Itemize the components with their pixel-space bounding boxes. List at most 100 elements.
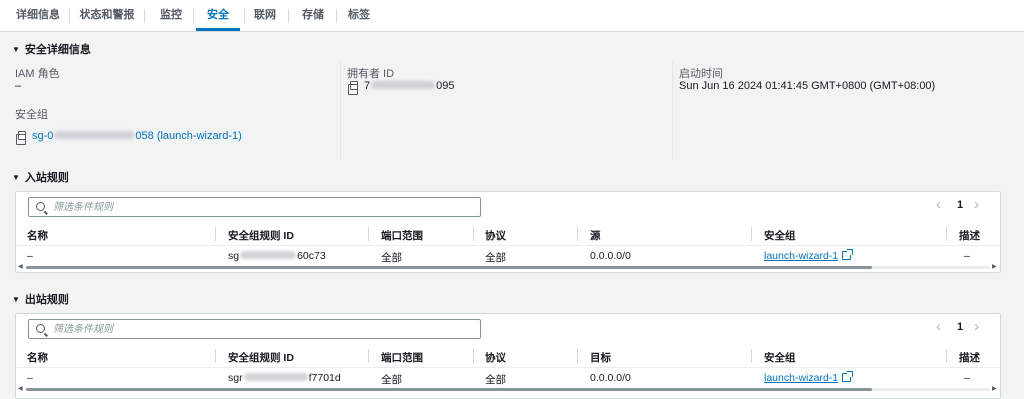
security-group-value: sg-0 058 (launch-wizard-1) (16, 130, 242, 145)
external-link-icon[interactable] (842, 371, 854, 382)
horizontal-scrollbar[interactable]: ◀ ▶ (16, 386, 1000, 393)
column-resizer[interactable] (473, 349, 474, 363)
redacted-blur (371, 81, 436, 89)
table-row-divider (16, 367, 1000, 368)
scrollbar-thumb[interactable] (26, 266, 872, 269)
redacted-blur (54, 131, 135, 139)
scroll-left-icon[interactable]: ◀ (18, 263, 23, 270)
search-icon (36, 324, 45, 333)
column-header-security-group[interactable]: 安全组 (764, 350, 796, 365)
scroll-right-icon[interactable]: ▶ (992, 385, 997, 392)
outbound-rules-header[interactable]: ▼ 出站规则 (12, 291, 69, 307)
security-group-link[interactable]: launch-wizard-1 (764, 372, 838, 384)
chevron-left-icon[interactable]: ‹ (936, 196, 941, 213)
cell-protocol: 全部 (485, 252, 506, 264)
column-resizer[interactable] (751, 349, 752, 363)
cell-security-group: launch-wizard-1 (764, 249, 854, 262)
page-number[interactable]: 1 (957, 321, 963, 333)
cell-destination: 0.0.0.0/0 (590, 372, 631, 384)
rule-id-prefix: sgr (228, 372, 243, 384)
tab-separator (336, 9, 337, 23)
column-header-name[interactable]: 名称 (27, 228, 48, 243)
rule-id-suffix: 60c73 (297, 250, 326, 262)
chevron-right-icon[interactable]: › (974, 318, 979, 335)
column-divider (340, 62, 341, 160)
inbound-filter[interactable] (28, 197, 481, 217)
security-details-title: 安全详细信息 (24, 44, 91, 56)
cell-name: – (27, 250, 33, 262)
tab-status-alarms[interactable]: 状态和警报 (76, 0, 138, 31)
column-header-name[interactable]: 名称 (27, 350, 48, 365)
inbound-rules-title: 入站规则 (24, 172, 69, 184)
tab-networking[interactable]: 联网 (248, 0, 282, 31)
column-header-destination[interactable]: 目标 (590, 350, 611, 365)
tab-security[interactable]: 安全 (196, 0, 240, 31)
column-header-port-range[interactable]: 端口范围 (381, 350, 423, 365)
tab-separator (69, 9, 70, 23)
column-resizer[interactable] (751, 227, 752, 241)
column-resizer[interactable] (946, 227, 947, 241)
column-resizer[interactable] (577, 349, 578, 363)
tab-separator (288, 9, 289, 23)
outbound-filter[interactable] (28, 319, 481, 339)
tab-details[interactable]: 详细信息 (8, 0, 68, 31)
cell-source: 0.0.0.0/0 (590, 250, 631, 262)
column-header-security-group[interactable]: 安全组 (764, 228, 796, 243)
outbound-filter-input[interactable] (53, 322, 473, 336)
column-resizer[interactable] (577, 227, 578, 241)
security-group-link[interactable]: launch-wizard-1 (764, 250, 838, 262)
chevron-left-icon[interactable]: ‹ (936, 318, 941, 335)
tab-monitoring[interactable]: 监控 (152, 0, 190, 31)
column-resizer[interactable] (368, 349, 369, 363)
column-resizer[interactable] (473, 227, 474, 241)
tab-storage[interactable]: 存储 (296, 0, 330, 31)
tab-separator (193, 9, 194, 23)
cell-description: – (964, 372, 970, 384)
column-header-protocol[interactable]: 协议 (485, 350, 506, 365)
iam-role-value: – (15, 80, 22, 92)
tab-separator (244, 9, 245, 23)
inbound-rules-header[interactable]: ▼ 入站规则 (12, 169, 69, 185)
owner-id-value: 7 095 (348, 80, 454, 95)
scrollbar-thumb[interactable] (26, 388, 872, 391)
tab-bar: 详细信息 状态和警报 监控 安全 联网 存储 标签 (0, 0, 1024, 32)
security-group-id-suffix: 058 (launch-wizard-1) (135, 130, 242, 142)
page-number[interactable]: 1 (957, 199, 963, 211)
iam-role-label: IAM 角色 (15, 68, 60, 80)
column-header-protocol[interactable]: 协议 (485, 228, 506, 243)
column-header-source[interactable]: 源 (590, 228, 601, 243)
column-resizer[interactable] (368, 227, 369, 241)
tab-tags[interactable]: 标签 (342, 0, 376, 31)
chevron-right-icon[interactable]: › (974, 196, 979, 213)
column-resizer[interactable] (215, 227, 216, 241)
cell-rule-id: sg 60c73 (228, 250, 326, 262)
inbound-rules-table: ‹ 1 › 名称 安全组规则 ID 端口范围 协议 源 安全组 描述 – sg 6… (15, 191, 1001, 273)
security-group-link[interactable]: sg-0 058 (launch-wizard-1) (32, 130, 242, 142)
owner-id-label: 拥有者 ID (347, 68, 395, 80)
security-details-header[interactable]: ▼ 安全详细信息 (12, 41, 91, 57)
column-header-rule-id[interactable]: 安全组规则 ID (228, 350, 294, 365)
column-resizer[interactable] (215, 349, 216, 363)
cell-protocol: 全部 (485, 374, 506, 386)
column-resizer[interactable] (946, 349, 947, 363)
column-header-rule-id[interactable]: 安全组规则 ID (228, 228, 294, 243)
rule-id-prefix: sg (228, 250, 240, 262)
copy-icon[interactable] (16, 131, 26, 145)
column-header-port-range[interactable]: 端口范围 (381, 228, 423, 243)
column-header-description[interactable]: 描述 (959, 228, 980, 243)
column-header-description[interactable]: 描述 (959, 350, 980, 365)
horizontal-scrollbar[interactable]: ◀ ▶ (16, 264, 1000, 271)
scroll-right-icon[interactable]: ▶ (992, 263, 997, 270)
copy-icon[interactable] (348, 81, 358, 95)
owner-id-prefix: 7 (364, 80, 371, 92)
tab-separator (144, 9, 145, 23)
external-link-icon[interactable] (842, 249, 854, 260)
inbound-filter-input[interactable] (53, 200, 473, 214)
redacted-blur (243, 373, 308, 381)
caret-down-icon: ▼ (12, 295, 20, 304)
scroll-left-icon[interactable]: ◀ (18, 385, 23, 392)
cell-name: – (27, 372, 33, 384)
cell-rule-id: sgr f7701d (228, 372, 341, 384)
column-divider (672, 62, 673, 160)
rule-id-suffix: f7701d (308, 372, 341, 384)
